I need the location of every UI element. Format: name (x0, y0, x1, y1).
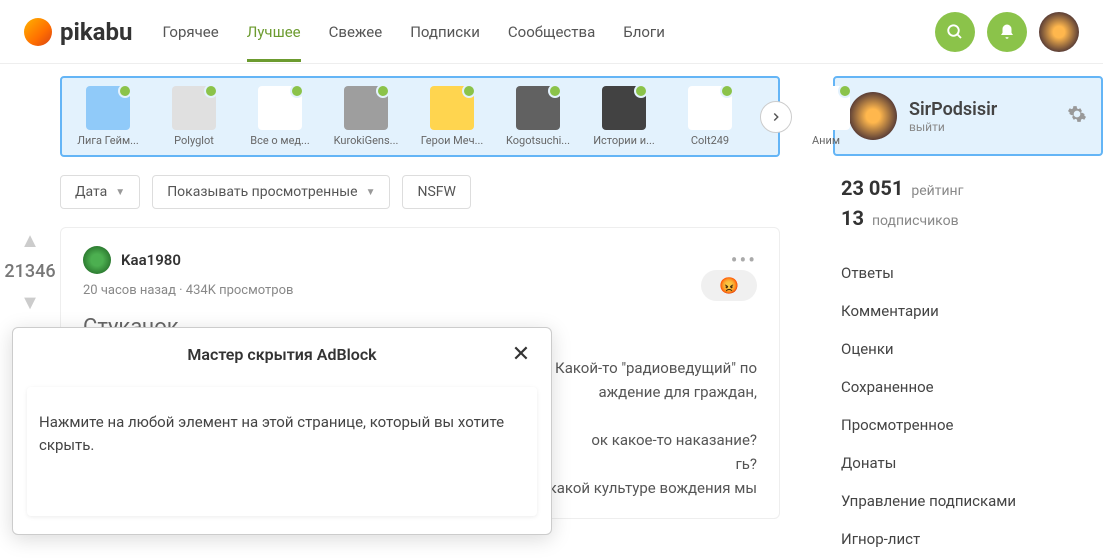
stories-next-button[interactable] (760, 101, 792, 133)
header-avatar[interactable] (1039, 12, 1079, 52)
user-info: SirPodsisir выйти (909, 99, 997, 134)
stat-rating: 23 051 рейтинг (841, 176, 1095, 200)
story-avatar (344, 86, 388, 130)
user-name[interactable]: SirPodsisir (909, 99, 997, 120)
sidebar-item-donates[interactable]: Донаты (841, 444, 1095, 482)
logo-icon (24, 18, 52, 46)
chevron-right-icon (769, 110, 783, 124)
modal-title: Мастер скрытия AdBlock (55, 345, 509, 364)
story-item[interactable]: Герои Меч... (416, 86, 488, 147)
header: pikabu Горячее Лучшее Свежее Подписки Со… (0, 0, 1103, 64)
sidebar-item-comments[interactable]: Комментарии (841, 292, 1095, 330)
nav-subs[interactable]: Подписки (410, 3, 480, 61)
story-item[interactable]: Аним (806, 86, 846, 147)
search-button[interactable] (935, 12, 975, 52)
sidebar-item-ratings[interactable]: Оценки (841, 330, 1095, 368)
sidebar-item-answers[interactable]: Ответы (841, 254, 1095, 292)
gear-icon (1067, 104, 1087, 124)
logo-text: pikabu (60, 18, 132, 46)
post-reaction[interactable]: 😡 (701, 270, 757, 301)
story-avatar (86, 86, 130, 130)
user-avatar[interactable] (849, 92, 897, 140)
user-stats: 23 051 рейтинг 13 подписчиков (833, 176, 1103, 254)
story-item[interactable]: Истории и... (588, 86, 660, 147)
story-item[interactable]: KurokiGens... (330, 86, 402, 147)
modal-header: Мастер скрытия AdBlock ✕ (13, 328, 551, 381)
sidebar-menu: Ответы Комментарии Оценки Сохраненное Пр… (833, 254, 1103, 558)
adblock-modal: Мастер скрытия AdBlock ✕ Нажмите на любо… (12, 327, 552, 535)
filter-nsfw[interactable]: NSFW (402, 175, 470, 209)
upvote-button[interactable]: ▲ (0, 224, 60, 257)
modal-body: Нажмите на любой элемент на этой страниц… (27, 387, 537, 516)
story-avatar (516, 86, 560, 130)
story-item[interactable]: Colt249 (674, 86, 746, 147)
bell-icon (998, 23, 1016, 41)
story-item[interactable]: Все о мед... (244, 86, 316, 147)
chevron-down-icon: ▼ (115, 187, 125, 198)
story-avatar (258, 86, 302, 130)
nav: Горячее Лучшее Свежее Подписки Сообществ… (162, 3, 664, 61)
filter-date[interactable]: Дата▼ (60, 175, 140, 209)
sidebar-item-viewed[interactable]: Просмотренное (841, 406, 1095, 444)
nav-hot[interactable]: Горячее (162, 3, 218, 61)
story-avatar (430, 86, 474, 130)
settings-button[interactable] (1067, 104, 1087, 129)
header-right (935, 12, 1079, 52)
logo[interactable]: pikabu (24, 18, 132, 46)
notifications-button[interactable] (987, 12, 1027, 52)
sidebar-item-saved[interactable]: Сохраненное (841, 368, 1095, 406)
vote-count: 21346 (0, 261, 60, 282)
story-item[interactable]: Polyglot (158, 86, 230, 147)
story-avatar (602, 86, 646, 130)
chevron-down-icon: ▼ (366, 187, 376, 198)
user-box: SirPodsisir выйти (833, 76, 1103, 156)
search-icon (946, 23, 964, 41)
sidebar-item-ignore[interactable]: Игнор-лист (841, 520, 1095, 558)
nav-fresh[interactable]: Свежее (329, 3, 383, 61)
nav-blogs[interactable]: Блоги (623, 3, 665, 61)
filters: Дата▼ Показывать просмотренные▼ NSFW (60, 175, 780, 209)
post-meta: 20 часов назад · 434K просмотров (83, 283, 293, 298)
story-item[interactable]: Kogotsuchi... (502, 86, 574, 147)
story-avatar (688, 86, 732, 130)
post-header: Kaa1980 ••• (83, 246, 757, 274)
post-menu-button[interactable]: ••• (731, 248, 757, 272)
story-item[interactable]: Лига Гейм... (72, 86, 144, 147)
story-avatar (172, 86, 216, 130)
logout-link[interactable]: выйти (909, 120, 997, 134)
modal-close-button[interactable]: ✕ (509, 342, 533, 367)
stat-subscribers: 13 подписчиков (841, 206, 1095, 230)
post-author-avatar[interactable] (83, 246, 111, 274)
stories-bar: Лига Гейм... Polyglot Все о мед... Kurok… (60, 76, 780, 157)
post-author-name[interactable]: Kaa1980 (121, 251, 181, 269)
filter-viewed[interactable]: Показывать просмотренные▼ (152, 175, 390, 209)
downvote-button[interactable]: ▼ (0, 286, 60, 319)
nav-communities[interactable]: Сообщества (508, 3, 595, 61)
sidebar: SirPodsisir выйти 23 051 рейтинг 13 подп… (813, 64, 1103, 558)
story-avatar (806, 86, 850, 130)
nav-best[interactable]: Лучшее (247, 3, 301, 61)
sidebar-item-manage-subs[interactable]: Управление подписками (841, 482, 1095, 520)
